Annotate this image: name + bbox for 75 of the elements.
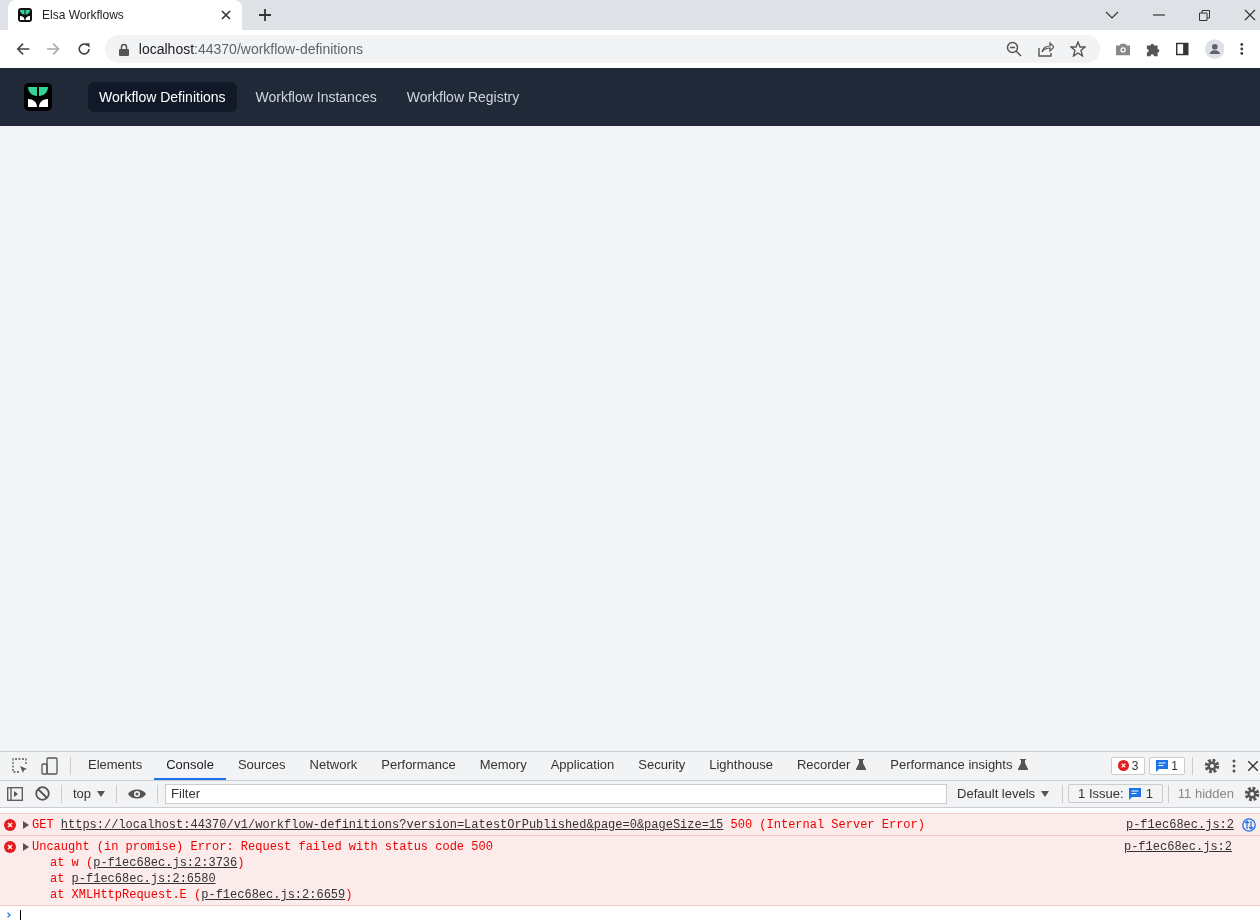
devtools-tab[interactable]: Memory bbox=[467, 752, 539, 780]
caret-icon bbox=[1041, 791, 1050, 797]
camera-icon[interactable] bbox=[1115, 42, 1131, 56]
devtools-tab[interactable]: Elements bbox=[76, 752, 155, 780]
share-icon[interactable] bbox=[1037, 41, 1054, 57]
issues-button[interactable]: 1 Issue: 1 bbox=[1068, 784, 1163, 804]
error-text: Uncaught (in promise) Error: Request failed with status code 500 bbox=[32, 839, 493, 855]
error-icon bbox=[1117, 760, 1129, 772]
plus-icon[interactable] bbox=[258, 8, 272, 22]
side-panel-icon[interactable] bbox=[1176, 42, 1189, 56]
settings-icon[interactable] bbox=[1244, 786, 1260, 802]
devtools-tab[interactable]: Performance insights bbox=[878, 752, 1041, 780]
tab-title: Elsa Workflows bbox=[42, 8, 125, 22]
source-link[interactable]: p-f1ec68ec.js:2:6580 bbox=[71, 872, 216, 886]
url-text: localhost:44370/workflow-definitions bbox=[138, 41, 363, 57]
message-icon bbox=[1156, 760, 1169, 772]
devtools-tab[interactable]: Lighthouse bbox=[697, 752, 785, 780]
devtools-tab[interactable]: Network bbox=[297, 752, 370, 780]
stack-trace-line: at XMLHttpRequest.E (p-f1ec68ec.js:2:6659) bbox=[49, 887, 354, 903]
log-levels-dropdown[interactable]: Default levels bbox=[949, 786, 1058, 802]
hidden-count: 11 hidden bbox=[1176, 786, 1235, 802]
devtools-tab[interactable]: Recorder bbox=[784, 752, 879, 780]
address-bar[interactable]: localhost:44370/workflow-definitions bbox=[104, 35, 1100, 63]
zoom-out-icon[interactable] bbox=[1005, 41, 1022, 57]
error-counter[interactable]: 3 bbox=[1110, 757, 1146, 775]
filter-field[interactable]: Filter bbox=[165, 784, 948, 804]
nav-link[interactable]: Workflow Registry bbox=[395, 82, 531, 112]
stack-trace-line: at w (p-f1ec68ec.js:2:3736) bbox=[49, 855, 246, 871]
expand-triangle-icon[interactable] bbox=[23, 843, 29, 851]
source-link[interactable]: p-f1ec68ec.js:2 bbox=[1125, 817, 1234, 833]
text-cursor bbox=[20, 910, 21, 920]
caret-icon bbox=[97, 791, 106, 797]
source-link[interactable]: p-f1ec68ec.js:2 bbox=[1123, 839, 1232, 855]
url-link[interactable]: https://localhost:44370/v1/workflow-definitions?version=LatestOrPublished&page=0&pageSize=15 bbox=[60, 818, 724, 832]
eye-icon[interactable] bbox=[128, 788, 147, 800]
puzzle-icon[interactable] bbox=[1146, 41, 1161, 57]
more-icon[interactable] bbox=[1240, 42, 1244, 56]
source-link[interactable]: p-f1ec68ec.js:2:3736 bbox=[93, 856, 238, 870]
devtools-tab[interactable]: Console bbox=[154, 752, 226, 780]
lock-icon bbox=[118, 42, 129, 56]
error-text: GET https://localhost:44370/v1/workflow-definitions?version=LatestOrPublished&page=0&pageSize=15 500 (Internal Server Error) bbox=[32, 817, 925, 833]
devtools-tab[interactable]: Sources bbox=[225, 752, 298, 780]
device-toolbar-icon[interactable] bbox=[41, 757, 59, 775]
nav-link[interactable]: Workflow Definitions bbox=[88, 82, 237, 112]
browser-tab[interactable]: Elsa Workflows bbox=[8, 0, 242, 30]
stack-trace-line: at p-f1ec68ec.js:2:6580 bbox=[49, 871, 217, 887]
error-icon bbox=[4, 841, 16, 853]
source-link[interactable]: p-f1ec68ec.js:2:6659 bbox=[201, 888, 346, 902]
network-request-icon[interactable] bbox=[1242, 818, 1256, 832]
context-dropdown[interactable]: top bbox=[67, 786, 112, 802]
leaf-logo-icon[interactable] bbox=[24, 83, 52, 111]
prompt-icon bbox=[6, 912, 12, 918]
more-icon[interactable] bbox=[1232, 759, 1236, 773]
inspect-element-icon[interactable] bbox=[11, 757, 29, 775]
devtools-tab[interactable]: Performance bbox=[369, 752, 468, 780]
profile-avatar-icon[interactable] bbox=[1204, 38, 1225, 60]
chevron-down-icon[interactable] bbox=[1105, 10, 1119, 20]
close-icon[interactable] bbox=[220, 9, 232, 21]
star-icon[interactable] bbox=[1069, 41, 1086, 57]
reload-icon[interactable] bbox=[76, 41, 91, 57]
error-icon bbox=[4, 819, 16, 831]
settings-icon[interactable] bbox=[1204, 758, 1220, 774]
restore-icon[interactable] bbox=[1199, 9, 1210, 21]
devtools-tab[interactable]: Application bbox=[538, 752, 627, 780]
leaf-logo-icon bbox=[18, 8, 32, 22]
sidebar-toggle-icon[interactable] bbox=[7, 787, 23, 801]
nav-link[interactable]: Workflow Instances bbox=[244, 82, 388, 112]
message-counter[interactable]: 1 bbox=[1149, 757, 1185, 775]
devtools-tab[interactable]: Security bbox=[626, 752, 698, 780]
close-icon[interactable] bbox=[1248, 761, 1258, 771]
back-arrow-icon[interactable] bbox=[16, 41, 31, 57]
close-icon[interactable] bbox=[1244, 9, 1256, 21]
message-icon bbox=[1128, 788, 1141, 800]
clear-console-icon[interactable] bbox=[35, 786, 50, 802]
expand-triangle-icon[interactable] bbox=[23, 821, 29, 829]
